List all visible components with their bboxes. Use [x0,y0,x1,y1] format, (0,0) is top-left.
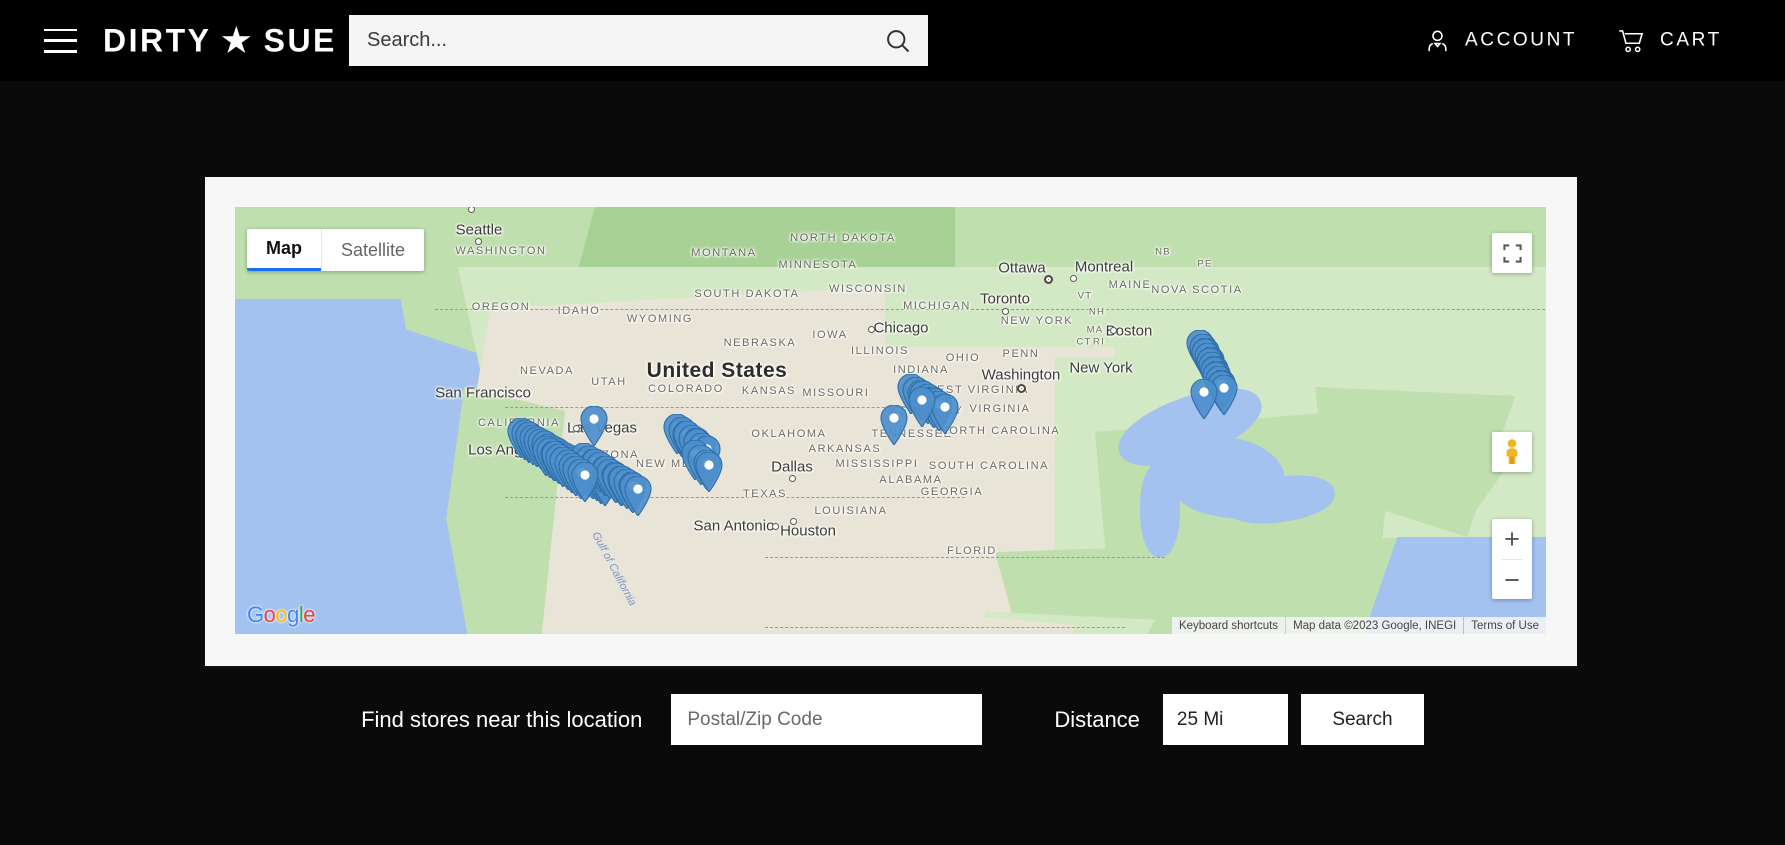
map-city-dot [868,326,875,333]
map-city-dot [1070,275,1077,282]
cart-label: CART [1660,30,1722,52]
store-marker-pin[interactable] [880,405,908,445]
map-capital-dot [1017,384,1026,393]
search-button[interactable]: Search [1301,694,1424,745]
google-logo-letter: g [287,602,299,627]
google-map[interactable]: Map Satellite + − Google [235,207,1546,634]
brand-logo[interactable]: DIRTY ★ SUE [103,22,337,59]
store-marker-pin[interactable] [695,452,723,492]
distance-select[interactable]: 25 Mi [1163,694,1288,745]
map-city-dot [772,523,779,530]
map-data-credit: Map data ©2023 Google, INEGI [1286,617,1463,634]
google-logo-letter: o [264,602,276,627]
street-view-pegman-icon [1500,438,1524,466]
google-logo[interactable]: Google [247,602,315,628]
star-icon: ★ [222,23,254,56]
store-locator-map-card: Map Satellite + − Google [205,177,1577,666]
map-attribution: Keyboard shortcuts Map data ©2023 Google… [1172,617,1546,634]
user-icon [1424,27,1451,54]
search-placeholder: Search... [367,29,884,52]
brand-word-right: SUE [264,22,337,59]
google-logo-letter: o [275,602,287,627]
border-canada-us [435,309,1545,310]
search-input[interactable]: Search... [349,15,928,66]
store-marker-pin[interactable] [908,387,936,427]
store-marker-pin[interactable] [624,476,652,516]
store-marker-pin[interactable] [1190,379,1218,419]
map-city-dot [1002,308,1009,315]
account-button[interactable]: ACCOUNT [1424,27,1577,54]
street-view-button[interactable] [1492,432,1532,472]
hamburger-bar [44,50,77,53]
fullscreen-button[interactable] [1492,233,1532,273]
site-header: DIRTY ★ SUE Search... ACCOUNT CART [0,0,1785,81]
find-stores-label: Find stores near this location [361,707,642,733]
google-logo-letter: G [247,602,264,627]
store-marker-pin[interactable] [580,406,608,446]
map-city-dot [573,425,580,432]
hamburger-menu-icon[interactable] [44,29,77,53]
brand-word-left: DIRTY [103,22,212,59]
store-marker-pin[interactable] [571,462,599,502]
postal-zip-input[interactable] [671,694,982,745]
account-label: ACCOUNT [1465,30,1577,52]
cart-icon [1617,27,1646,54]
zoom-in-button[interactable]: + [1492,519,1532,559]
hamburger-bar [44,39,77,42]
store-finder-form: Find stores near this location Distance … [0,694,1785,745]
map-type-satellite[interactable]: Satellite [322,229,424,271]
map-type-control[interactable]: Map Satellite [247,229,424,271]
state-border [765,627,1125,628]
map-city-dot [790,518,797,525]
keyboard-shortcuts-link[interactable]: Keyboard shortcuts [1172,617,1285,634]
cart-button[interactable]: CART [1617,27,1722,54]
search-icon[interactable] [884,27,912,55]
zoom-out-button[interactable]: − [1492,560,1532,600]
map-city-dot [475,238,482,245]
google-logo-letter: e [303,602,315,627]
map-capital-dot [1044,275,1053,284]
fullscreen-icon [1503,244,1522,263]
hamburger-bar [44,29,77,32]
map-city-dot [789,475,796,482]
terms-of-use-link[interactable]: Terms of Use [1464,617,1546,634]
map-type-map[interactable]: Map [247,229,321,271]
map-city-dot [1110,327,1117,334]
state-border [765,557,1165,558]
distance-label: Distance [1054,707,1140,733]
state-border [505,407,945,408]
zoom-controls[interactable]: + − [1492,519,1532,599]
map-lake [1140,462,1180,557]
